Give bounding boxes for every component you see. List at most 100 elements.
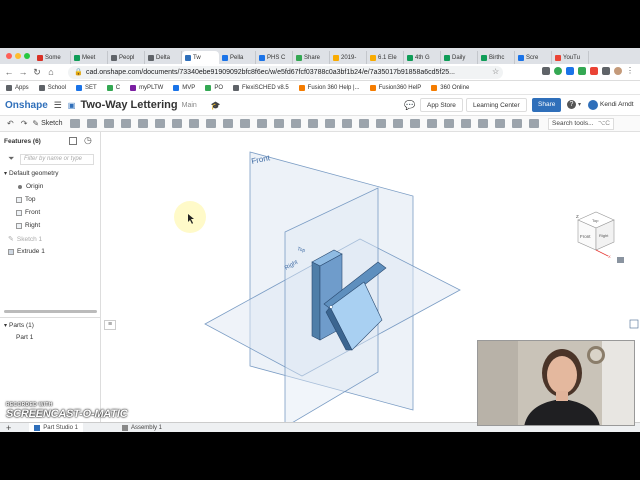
feature-tool-icon[interactable]	[273, 119, 284, 128]
browser-tab[interactable]: Scre	[515, 51, 552, 64]
browser-tab[interactable]: Tw	[182, 51, 219, 64]
feature-tool-icon[interactable]	[477, 119, 488, 128]
learning-center-button[interactable]: Learning Center	[466, 98, 527, 112]
browser-tab[interactable]: Pella	[219, 51, 256, 64]
feature-tool-icon[interactable]	[324, 119, 335, 128]
browser-tab[interactable]: Share	[293, 51, 330, 64]
feature-tool-icon[interactable]	[426, 119, 437, 128]
bookmark-item[interactable]: MVP	[173, 84, 195, 91]
browser-tab[interactable]: 6.1 Ele	[367, 51, 404, 64]
reload-icon[interactable]: ↻	[32, 67, 42, 77]
onshape-logo[interactable]: Onshape	[5, 100, 48, 111]
share-button[interactable]: Share	[532, 98, 562, 112]
browser-tab[interactable]: 4th G	[404, 51, 441, 64]
feature-front-plane[interactable]: Front	[16, 209, 40, 216]
search-tools-input[interactable]: Search tools... ⌥C	[548, 118, 614, 130]
feature-tool-icon[interactable]	[69, 119, 80, 128]
back-icon[interactable]: ←	[4, 67, 14, 77]
feature-tool-icon[interactable]	[307, 119, 318, 128]
feature-tool-icon[interactable]	[256, 119, 267, 128]
browser-tab[interactable]: 2019-	[330, 51, 367, 64]
app-store-button[interactable]: App Store	[420, 98, 463, 112]
add-tab-icon[interactable]: +	[6, 423, 11, 433]
browser-tab[interactable]: YouTu	[552, 51, 589, 64]
bookmark-item[interactable]: SET	[76, 84, 97, 91]
bookmark-item[interactable]: Apps	[6, 84, 29, 91]
feature-tool-icon[interactable]	[188, 119, 199, 128]
feature-top-plane[interactable]: Top	[16, 196, 35, 203]
feature-tool-icon[interactable]	[511, 119, 522, 128]
bookmark-item[interactable]: FlexiSCHED v8.5	[232, 84, 289, 91]
filter-icon[interactable]: ⏷	[8, 154, 14, 164]
rollback-icon[interactable]	[69, 137, 77, 145]
clock-icon[interactable]: ◷	[84, 135, 92, 146]
extension-icon[interactable]	[542, 67, 550, 75]
filter-input[interactable]: Filter by name or type	[20, 154, 94, 165]
bookmark-item[interactable]: Fusion360 HelP	[369, 84, 421, 91]
bookmark-item[interactable]: myPLTW	[130, 84, 163, 91]
help-icon[interactable]: ?	[567, 100, 576, 109]
feature-tool-icon[interactable]	[341, 119, 352, 128]
tab-assembly[interactable]: Assembly 1	[117, 423, 167, 433]
extension-icon[interactable]	[590, 67, 598, 75]
extension-icon[interactable]	[566, 67, 574, 75]
feature-tool-icon[interactable]	[290, 119, 301, 128]
panel-scrollbar[interactable]	[4, 310, 97, 313]
profile-avatar[interactable]	[614, 67, 622, 75]
home-icon[interactable]: ⌂	[46, 67, 56, 77]
parts-folder[interactable]: ▾ Parts (1)	[4, 322, 34, 329]
feature-tool-icon[interactable]	[154, 119, 165, 128]
feature-tool-icon[interactable]	[86, 119, 97, 128]
browser-tab[interactable]: Daily	[441, 51, 478, 64]
browser-tab[interactable]: PHS C	[256, 51, 293, 64]
list-toggle-icon[interactable]: ≡	[104, 320, 116, 330]
extension-icon[interactable]	[578, 67, 586, 75]
sketch-button[interactable]: ✎ Sketch	[32, 119, 62, 128]
bookmark-star-icon[interactable]: ☆	[492, 67, 499, 76]
extension-icon[interactable]	[602, 67, 610, 75]
feature-tool-icon[interactable]	[460, 119, 471, 128]
minimize-window-dot[interactable]	[15, 53, 21, 59]
feature-tool-icon[interactable]	[137, 119, 148, 128]
feature-right-plane[interactable]: Right	[16, 222, 40, 229]
bookmark-item[interactable]: C	[106, 84, 120, 91]
feature-tool-icon[interactable]	[358, 119, 369, 128]
view-cube[interactable]: Top Front Right X Z	[576, 211, 615, 259]
browser-tab[interactable]: Meet	[71, 51, 108, 64]
feature-tool-icon[interactable]	[171, 119, 182, 128]
tab-part-studio[interactable]: Part Studio 1	[29, 422, 83, 432]
browser-tab[interactable]: Some	[34, 51, 71, 64]
user-name[interactable]: Kendi Arndt	[600, 101, 634, 108]
view-cube-top[interactable]: Top	[592, 218, 599, 223]
feature-tool-icon[interactable]	[103, 119, 114, 128]
feature-sketch[interactable]: ✎ Sketch 1	[8, 235, 42, 244]
bookmark-item[interactable]: PO	[205, 84, 223, 91]
feature-tool-icon[interactable]	[443, 119, 454, 128]
branch-label[interactable]: Main	[182, 102, 197, 109]
forward-icon[interactable]: →	[18, 67, 28, 77]
browser-tab[interactable]: Birthc	[478, 51, 515, 64]
url-input[interactable]: 🔒 cad.onshape.com/documents/73340ebe9190…	[68, 66, 503, 79]
close-window-dot[interactable]	[6, 53, 12, 59]
feature-extrude[interactable]: Extrude 1	[8, 248, 45, 255]
bookmark-item[interactable]: Fusion 360 Help |...	[298, 84, 360, 91]
document-title[interactable]: Two-Way Lettering	[80, 99, 177, 111]
view-options-icon[interactable]	[617, 257, 624, 263]
browser-tab[interactable]: Delta	[145, 51, 182, 64]
feature-tool-icon[interactable]	[239, 119, 250, 128]
browser-tab[interactable]: Peopl	[108, 51, 145, 64]
side-panel-icon[interactable]	[629, 319, 639, 329]
feature-tool-icon[interactable]	[375, 119, 386, 128]
bookmark-item[interactable]: 360 Online	[431, 84, 469, 91]
redo-icon[interactable]: ↷	[21, 119, 28, 128]
view-cube-right[interactable]: Right	[599, 233, 609, 238]
maximize-window-dot[interactable]	[24, 53, 30, 59]
comments-icon[interactable]: 💬	[404, 100, 415, 111]
feature-origin[interactable]: Origin	[18, 183, 43, 190]
default-geometry-folder[interactable]: ▾ Default geometry	[4, 170, 59, 177]
undo-icon[interactable]: ↶	[7, 119, 14, 128]
browser-menu-icon[interactable]: ⋮	[626, 67, 634, 75]
feature-tool-icon[interactable]	[222, 119, 233, 128]
feature-tool-icon[interactable]	[120, 119, 131, 128]
part-item[interactable]: Part 1	[16, 334, 33, 341]
